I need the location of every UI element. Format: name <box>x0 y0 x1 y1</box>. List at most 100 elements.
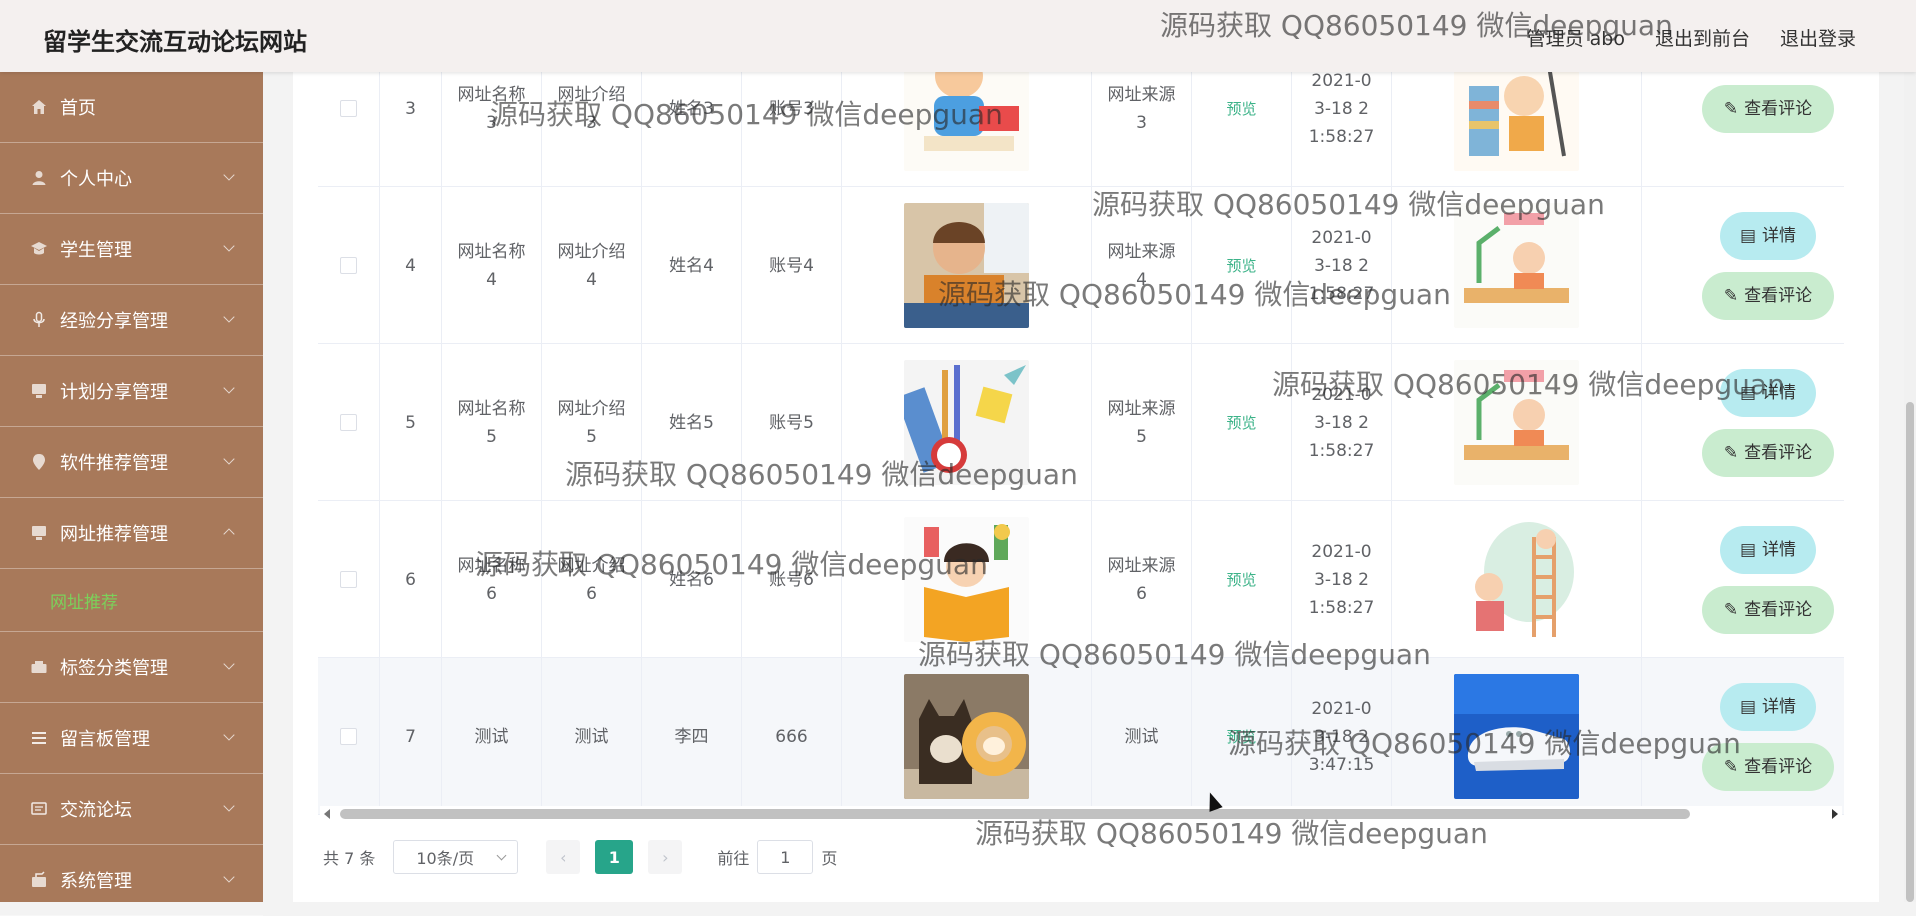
next-page-button[interactable]: › <box>648 840 683 874</box>
page-number-current[interactable]: 1 <box>595 840 634 874</box>
preview-link[interactable]: 预览 <box>1192 187 1292 344</box>
top-bar: 留学生交流互动论坛网站 管理员 abo 退出到前台 退出登录 <box>0 0 1916 72</box>
row-checkbox[interactable] <box>340 414 357 431</box>
sidebar-item-label: 计划分享管理 <box>60 382 168 403</box>
cover-image-2 <box>1454 360 1579 485</box>
chevron-down-icon <box>223 240 235 252</box>
sidebar-item-plan[interactable]: 计划分享管理 <box>0 356 263 427</box>
table-row: 7 测试 测试 李四 666 测试 预览 2021-03-18 23:47:15… <box>318 658 1844 815</box>
row-checkbox-cell <box>318 344 380 501</box>
chevron-down-icon <box>223 871 235 883</box>
home-icon <box>30 98 48 116</box>
sidebar-item-experience[interactable]: 经验分享管理 <box>0 285 263 356</box>
row-checkbox[interactable] <box>340 728 357 745</box>
scrollbar-thumb[interactable] <box>340 809 1690 819</box>
sidebar-item-label: 软件推荐管理 <box>60 453 168 474</box>
chevron-down-icon <box>223 169 235 181</box>
sidebar-item-label: 经验分享管理 <box>60 311 168 332</box>
view-comments-button[interactable]: ✎ 查看评论 <box>1702 85 1834 133</box>
page-size-select[interactable]: 10条/页 <box>393 840 519 874</box>
name-cell: 测试 <box>442 658 542 815</box>
horizontal-scrollbar[interactable] <box>320 806 1842 822</box>
person-cell: 姓名4 <box>642 187 742 344</box>
chevron-down-icon <box>223 453 235 465</box>
image-cell <box>842 344 1092 501</box>
document-icon: ▤ <box>1739 540 1757 560</box>
source-cell: 测试 <box>1092 658 1192 815</box>
back-to-front-link[interactable]: 退出到前台 <box>1655 24 1750 51</box>
time-cell: 2021-03-18 23:47:15 <box>1292 658 1392 815</box>
account-cell: 666 <box>742 658 842 815</box>
preview-link[interactable]: 预览 <box>1192 344 1292 501</box>
row-checkbox[interactable] <box>340 100 357 117</box>
preview-link[interactable]: 预览 <box>1192 658 1292 815</box>
detail-button[interactable]: ▤ 详情 <box>1720 369 1816 417</box>
detail-button[interactable]: ▤ 详情 <box>1720 212 1816 260</box>
mic-icon <box>30 311 48 329</box>
account-cell: 账号4 <box>742 187 842 344</box>
account-cell: 账号5 <box>742 344 842 501</box>
vertical-scrollbar-thumb[interactable] <box>1906 402 1914 902</box>
scroll-right-icon[interactable] <box>1832 809 1838 819</box>
sidebar-item-home[interactable]: 首页 <box>0 72 263 143</box>
sidebar-item-website[interactable]: 网址推荐管理 <box>0 498 263 569</box>
intro-cell: 网址介绍6 <box>542 501 642 658</box>
view-comments-button[interactable]: ✎ 查看评论 <box>1702 743 1834 791</box>
scroll-left-icon[interactable] <box>324 809 330 819</box>
source-cell: 网址来源5 <box>1092 344 1192 501</box>
gear-icon <box>30 871 48 889</box>
folder-icon <box>30 658 48 676</box>
name-cell: 网址名称6 <box>442 501 542 658</box>
cover-image-2 <box>1454 203 1579 328</box>
sidebar-item-label: 个人中心 <box>60 169 132 190</box>
view-comments-button[interactable]: ✎ 查看评论 <box>1702 272 1834 320</box>
admin-label: 管理员 abo <box>1526 28 1625 50</box>
actions-cell: ▤ 详情 ✎ 查看评论 <box>1642 187 1844 344</box>
sidebar-item-label: 交流论坛 <box>60 800 132 821</box>
sidebar-item-software[interactable]: 软件推荐管理 <box>0 427 263 498</box>
logout-link[interactable]: 退出登录 <box>1780 24 1856 51</box>
view-comments-button[interactable]: ✎ 查看评论 <box>1702 429 1834 477</box>
intro-cell: 测试 <box>542 658 642 815</box>
sidebar-item-label: 标签分类管理 <box>60 658 168 679</box>
preview-link[interactable]: 预览 <box>1192 501 1292 658</box>
goto-page-input[interactable]: 1 <box>757 840 814 874</box>
image-cell <box>1392 501 1642 658</box>
detail-button[interactable]: ▤ 详情 <box>1720 683 1816 731</box>
sidebar-item-system[interactable]: 系统管理 <box>0 845 263 916</box>
view-comments-button[interactable]: ✎ 查看评论 <box>1702 586 1834 634</box>
sidebar-item-personal[interactable]: 个人中心 <box>0 143 263 214</box>
row-checkbox[interactable] <box>340 257 357 274</box>
student-icon <box>30 240 48 258</box>
time-cell: 2021-03-18 21:58:27 <box>1292 501 1392 658</box>
image-cell <box>842 501 1092 658</box>
sidebar-item-tags[interactable]: 标签分类管理 <box>0 632 263 703</box>
sidebar-item-label: 留言板管理 <box>60 729 150 750</box>
sidebar-item-messages[interactable]: 留言板管理 <box>0 703 263 774</box>
actions-cell: ▤ 详情 ✎ 查看评论 <box>1642 658 1844 815</box>
row-checkbox-cell <box>318 187 380 344</box>
sidebar-item-forum[interactable]: 交流论坛 <box>0 774 263 845</box>
sidebar-subitem-website-recommend[interactable]: 网址推荐 <box>0 569 263 632</box>
image-cell <box>842 658 1092 815</box>
vertical-scrollbar[interactable] <box>1904 72 1916 902</box>
monitor-icon <box>30 524 48 542</box>
intro-cell: 网址介绍5 <box>542 344 642 501</box>
sidebar-item-students[interactable]: 学生管理 <box>0 214 263 285</box>
detail-button[interactable]: ▤ 详情 <box>1720 526 1816 574</box>
edit-icon: ✎ <box>1723 757 1739 777</box>
total-count: 共 7 条 <box>323 849 376 868</box>
person-cell: 姓名5 <box>642 344 742 501</box>
row-checkbox[interactable] <box>340 571 357 588</box>
person-cell: 姓名6 <box>642 501 742 658</box>
index-cell: 6 <box>380 501 442 658</box>
time-cell: 2021-03-18 21:58:27 <box>1292 344 1392 501</box>
image-cell <box>1392 658 1642 815</box>
prev-page-button[interactable]: ‹ <box>546 840 581 874</box>
edit-icon: ✎ <box>1723 600 1739 620</box>
image-cell <box>842 187 1092 344</box>
account-cell: 账号6 <box>742 501 842 658</box>
goto-label: 前往 <box>717 849 750 868</box>
actions-cell: ▤ 详情 ✎ 查看评论 <box>1642 344 1844 501</box>
image-cell <box>1392 187 1642 344</box>
